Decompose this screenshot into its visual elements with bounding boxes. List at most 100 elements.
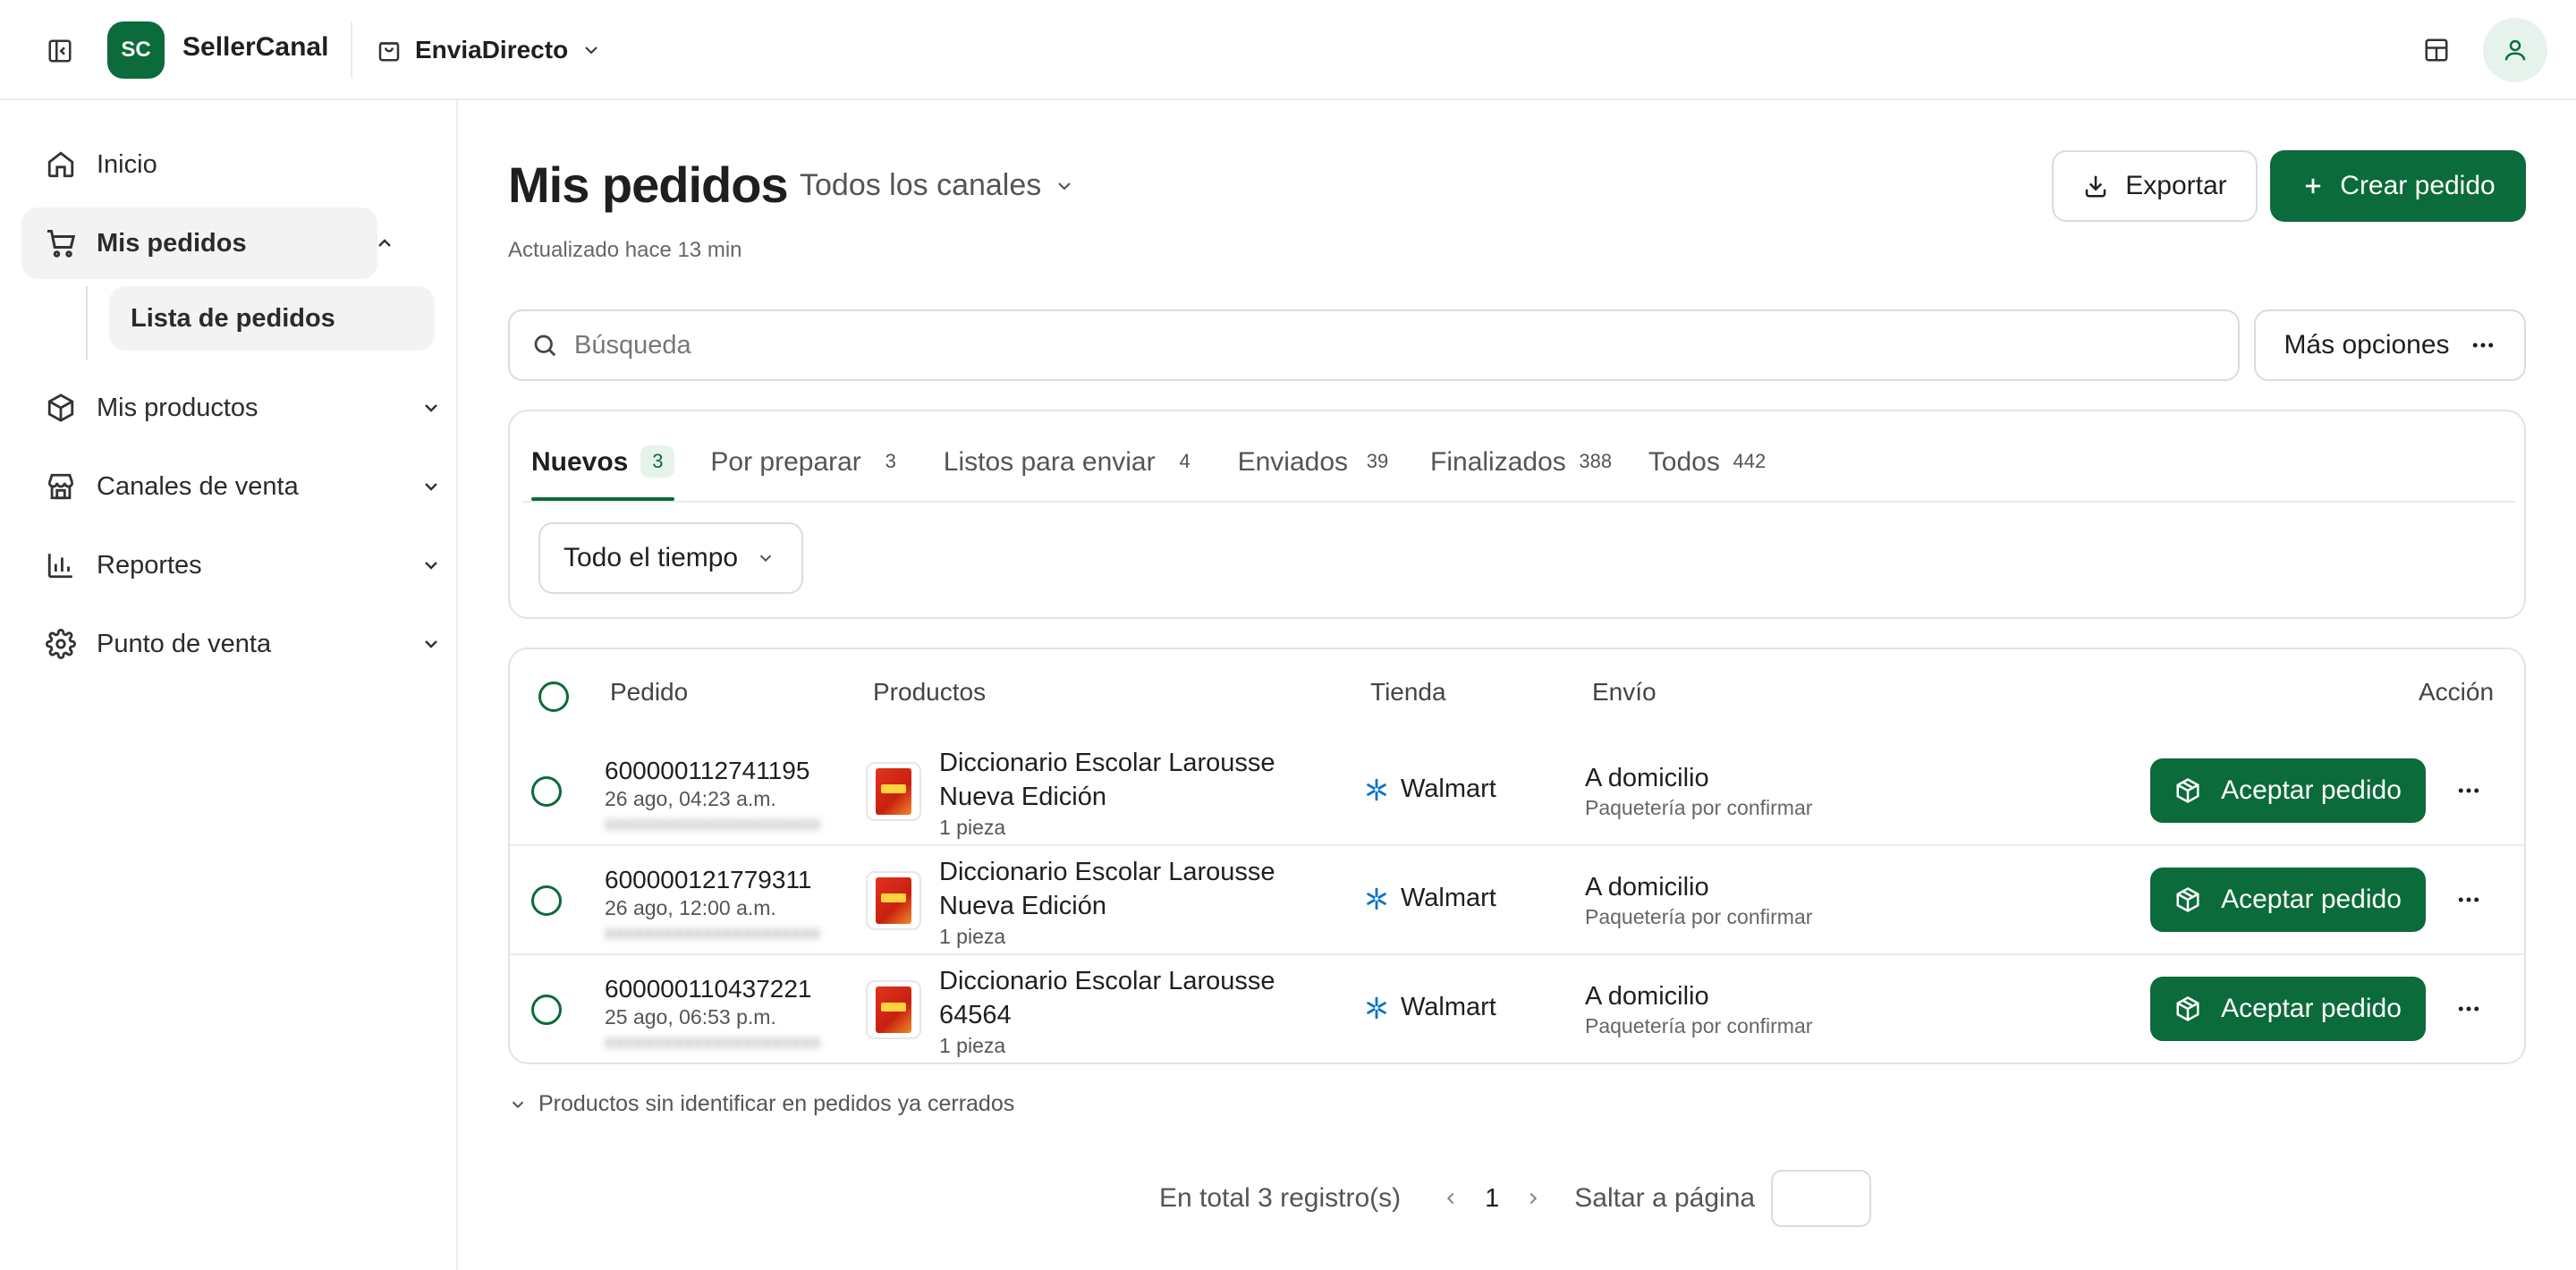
- sidebar-item-mis-productos[interactable]: Mis productos: [21, 372, 437, 444]
- user-avatar-button[interactable]: [2483, 18, 2547, 82]
- sidebar-item-inicio[interactable]: Inicio: [21, 129, 424, 200]
- tab-label: Nuevos: [531, 447, 629, 477]
- product-thumbnail: [866, 762, 921, 821]
- column-header-accion: Acción: [2419, 678, 2495, 706]
- chevron-down-icon[interactable]: [415, 470, 447, 503]
- sidebar-subitem-lista-de-pedidos[interactable]: Lista de pedidos: [109, 286, 435, 351]
- row-select-radio[interactable]: [531, 885, 562, 916]
- store-cell: Walmart: [1365, 775, 1496, 804]
- sidebar-item-label: Canales de venta: [97, 471, 299, 501]
- sidebar: Inicio Mis pedidos Lista de pedidos Mis …: [0, 100, 458, 1270]
- accept-order-button[interactable]: Aceptar pedido: [2150, 758, 2426, 823]
- chevron-down-icon: [756, 548, 775, 568]
- time-filter-select[interactable]: Todo el tiempo: [538, 522, 803, 594]
- chevron-down-icon: [508, 1095, 528, 1114]
- orders-table: Pedido Productos Tienda Envío Acción 600…: [508, 648, 2526, 1064]
- order-date: 25 ago, 06:53 p.m.: [605, 1005, 776, 1029]
- chevron-down-icon: [1054, 175, 1075, 197]
- download-icon: [2082, 173, 2109, 199]
- product-name[interactable]: Diccionario Escolar Larousse Nueva Edici…: [939, 746, 1333, 814]
- package-icon: [2174, 995, 2201, 1022]
- store-selector[interactable]: EnviaDirecto: [376, 27, 602, 73]
- box-icon: [43, 390, 79, 426]
- tab-count-badge: 4: [1179, 450, 1191, 472]
- tab-por-preparar[interactable]: Por preparar 3: [710, 445, 907, 501]
- divider: [351, 21, 352, 79]
- column-header-envio: Envío: [1592, 678, 1657, 706]
- select-all-radio[interactable]: [538, 682, 569, 712]
- user-icon: [2502, 37, 2529, 64]
- unidentified-products-toggle[interactable]: Productos sin identificar en pedidos ya …: [508, 1091, 1014, 1117]
- search-input[interactable]: [574, 330, 2184, 360]
- walmart-spark-icon: [1365, 778, 1388, 801]
- sidebar-toggle-icon[interactable]: [43, 34, 77, 68]
- product-name[interactable]: Diccionario Escolar Larousse 64564: [939, 964, 1333, 1032]
- table-row[interactable]: 600000110437221 25 ago, 06:53 p.m. xxxxx…: [510, 955, 2524, 1063]
- accept-order-button[interactable]: Aceptar pedido: [2150, 977, 2426, 1041]
- store-cell: Walmart: [1365, 884, 1496, 913]
- tab-label: Finalizados: [1430, 447, 1566, 477]
- jump-to-page-input[interactable]: [1771, 1170, 1872, 1227]
- export-button[interactable]: Exportar: [2052, 150, 2258, 222]
- book-image: [876, 986, 911, 1033]
- pagination: En total 3 registro(s) 1 Saltar a página: [1159, 1170, 1872, 1227]
- tab-label: Todos: [1648, 447, 1720, 477]
- product-thumbnail: [866, 871, 921, 930]
- tab-count-badge: 3: [885, 450, 896, 472]
- filters-card: Nuevos 3 Por preparar 3 Listos para envi…: [508, 410, 2526, 619]
- sidebar-item-canales-de-venta[interactable]: Canales de venta: [21, 451, 437, 522]
- create-order-button[interactable]: Crear pedido: [2270, 150, 2526, 222]
- tab-label: Enviados: [1237, 447, 1349, 477]
- chevron-down-icon[interactable]: [415, 549, 447, 581]
- tab-finalizados[interactable]: Finalizados 388: [1430, 445, 1613, 501]
- shipping-method: A domicilio: [1585, 982, 1709, 1011]
- tab-nuevos[interactable]: Nuevos 3: [531, 445, 675, 501]
- product-name[interactable]: Diccionario Escolar Larousse Nueva Edici…: [939, 855, 1333, 923]
- table-row[interactable]: 600000112741195 26 ago, 04:23 a.m. xxxxx…: [510, 737, 2524, 846]
- sidebar-item-punto-de-venta[interactable]: Punto de venta: [21, 608, 437, 680]
- tab-label: Listos para enviar: [943, 447, 1156, 477]
- sidebar-item-mis-pedidos[interactable]: Mis pedidos: [21, 207, 391, 279]
- row-select-radio[interactable]: [531, 776, 562, 807]
- order-id[interactable]: 600000110437221: [605, 975, 812, 1003]
- redacted-customer: xxxxxxxxxxxxxxxxxxxxxxxx: [605, 812, 819, 830]
- accept-order-button[interactable]: Aceptar pedido: [2150, 868, 2426, 932]
- tab-todos[interactable]: Todos 442: [1648, 445, 1767, 501]
- redacted-customer: xxxxxxxxxxxxxxxxxxxxxxxx: [605, 921, 819, 939]
- row-more-icon[interactable]: [2451, 991, 2487, 1027]
- page-number[interactable]: 1: [1485, 1184, 1499, 1214]
- table-row[interactable]: 600000121779311 26 ago, 12:00 a.m. xxxxx…: [510, 846, 2524, 955]
- home-icon: [43, 147, 79, 182]
- book-image: [876, 877, 911, 924]
- tab-count-badge: 3: [640, 445, 675, 478]
- chevron-down-icon[interactable]: [415, 392, 447, 424]
- product-quantity: 1 pieza: [939, 816, 1006, 839]
- store-selector-label: EnviaDirecto: [415, 36, 569, 64]
- gear-icon: [43, 626, 79, 662]
- brand-logo[interactable]: SC: [107, 21, 165, 79]
- sidebar-item-reportes[interactable]: Reportes: [21, 529, 437, 601]
- search-box[interactable]: [508, 309, 2240, 381]
- shipping-method: A domicilio: [1585, 873, 1709, 902]
- more-horizontal-icon: [2470, 332, 2496, 359]
- order-id[interactable]: 600000112741195: [605, 757, 809, 785]
- row-more-icon[interactable]: [2451, 773, 2487, 809]
- order-id[interactable]: 600000121779311: [605, 866, 812, 894]
- column-header-productos: Productos: [873, 678, 987, 706]
- row-more-icon[interactable]: [2451, 882, 2487, 918]
- tab-label: Por preparar: [710, 447, 861, 477]
- chevron-up-icon[interactable]: [369, 227, 401, 259]
- row-select-radio[interactable]: [531, 995, 562, 1025]
- more-options-button[interactable]: Más opciones: [2254, 309, 2526, 381]
- tab-listos-para-enviar[interactable]: Listos para enviar 4: [944, 445, 1202, 501]
- chevron-left-icon[interactable]: [1433, 1181, 1469, 1216]
- product-quantity: 1 pieza: [939, 925, 1006, 948]
- chevron-right-icon[interactable]: [1515, 1181, 1551, 1216]
- tab-enviados[interactable]: Enviados 39: [1238, 445, 1394, 501]
- chevron-down-icon: [580, 39, 602, 61]
- channel-selector[interactable]: Todos los canales: [800, 168, 1075, 203]
- create-order-button-label: Crear pedido: [2340, 171, 2496, 200]
- layout-grid-icon[interactable]: [2419, 32, 2454, 68]
- store-name: Walmart: [1401, 775, 1496, 803]
- chevron-down-icon[interactable]: [415, 628, 447, 660]
